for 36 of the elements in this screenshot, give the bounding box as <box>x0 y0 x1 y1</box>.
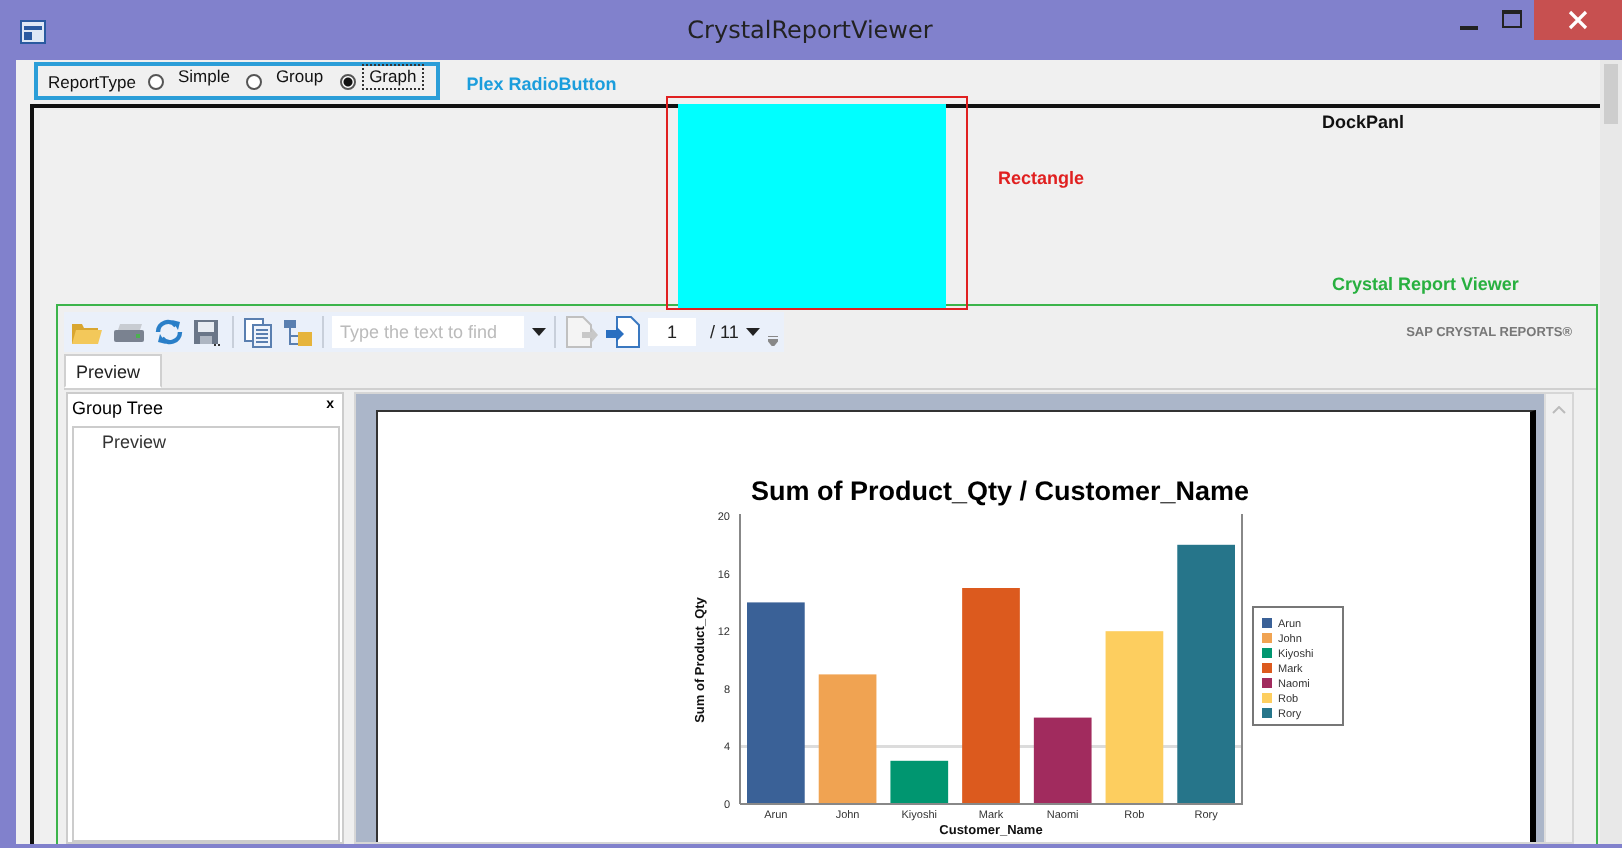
radio-label[interactable]: Graph <box>361 64 425 90</box>
close-button[interactable] <box>1534 0 1622 40</box>
close-icon <box>1568 10 1588 30</box>
tree-icon[interactable] <box>282 317 314 347</box>
legend-box <box>1252 606 1344 726</box>
page-arrow-icon[interactable] <box>606 316 640 348</box>
chart-title: Sum of Product_Qty / Customer_Name <box>750 476 1250 506</box>
radio-button[interactable] <box>245 73 262 89</box>
overflow-icon[interactable] <box>768 335 779 345</box>
report-type-label: ReportType <box>48 71 136 91</box>
caret-icon[interactable] <box>532 328 546 336</box>
radio-button[interactable] <box>147 73 164 89</box>
window-title: CrystalReportViewer <box>685 16 935 44</box>
search-field[interactable]: Type the text to find <box>332 316 524 348</box>
scrollbar[interactable] <box>1600 60 1622 844</box>
designer-label: DockPanl <box>1322 112 1405 132</box>
caret-icon[interactable] <box>746 328 761 336</box>
copy-icon[interactable] <box>242 317 274 347</box>
designer-label: Plex RadioButton <box>466 73 617 93</box>
page-number-field[interactable]: 1 <box>648 318 696 346</box>
designer-label: Crystal Report Viewer <box>1332 274 1519 294</box>
refresh-icon[interactable] <box>154 318 184 346</box>
app-icon <box>20 20 46 44</box>
page-count: / 11 <box>710 322 739 342</box>
printer-icon[interactable] <box>112 318 146 346</box>
designer-label: Rectangle <box>998 168 1085 188</box>
radio-label[interactable]: Group <box>267 64 332 90</box>
radio-label[interactable]: Simple <box>169 64 238 90</box>
panel-title: Group Tree <box>72 398 164 422</box>
scrollbar[interactable] <box>1544 394 1572 842</box>
radio-button[interactable] <box>339 73 356 89</box>
save-icon[interactable] <box>192 317 224 347</box>
tab[interactable]: Preview <box>64 354 162 388</box>
tree-item[interactable]: Preview <box>74 428 338 452</box>
minimize-icon <box>1459 25 1477 29</box>
maximize-icon <box>1502 10 1522 30</box>
